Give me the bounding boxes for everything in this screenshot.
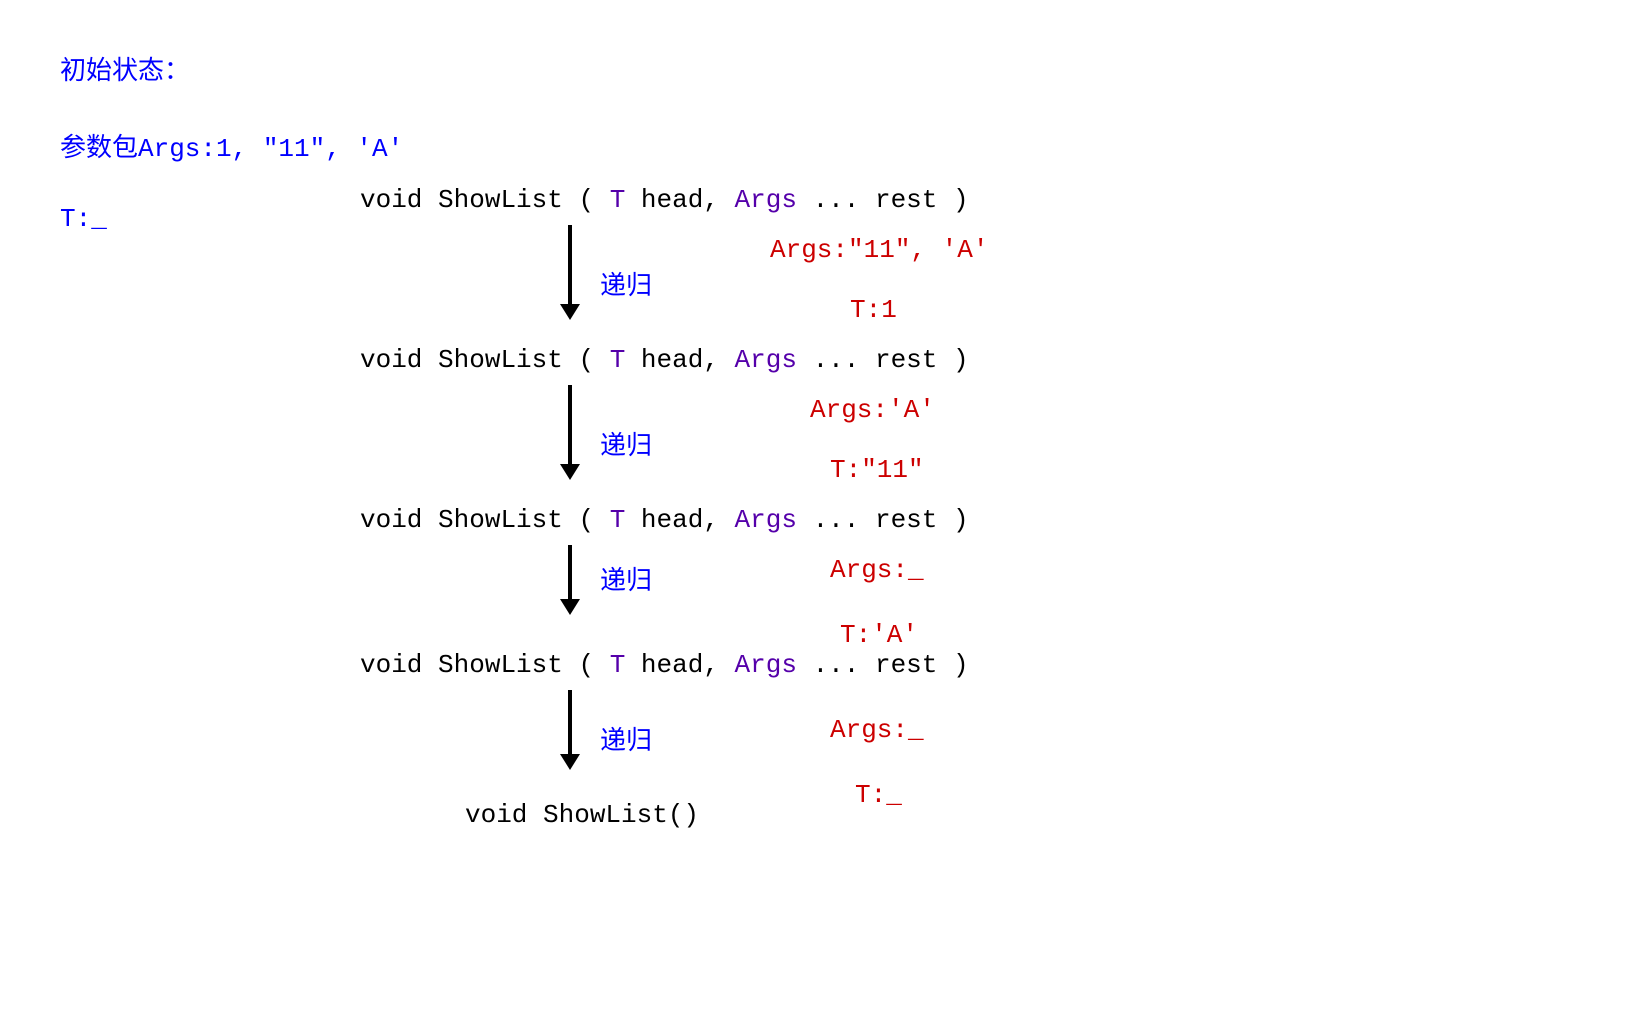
initial-state-label: 初始状态： [60,50,403,87]
t-param: T [610,650,626,680]
head-param: head, [641,345,735,375]
open-paren: ( [578,505,594,535]
args-param: Args [735,345,797,375]
func-name: ShowList [438,185,563,215]
arrow-head-icon [560,464,580,480]
args-pack-label: 参数包Args:1, "11", 'A' [60,127,403,164]
t-param: T [610,185,626,215]
t-empty-label: T:_ [60,204,403,234]
arrow-line-icon [568,385,572,464]
t-state-3: T:'A' [840,620,918,650]
args-state-2: Args:'A' [810,395,935,425]
func-name: ShowList [438,505,563,535]
head-param: head, [641,650,735,680]
void-kw: void [360,185,422,215]
open-paren: ( [578,185,594,215]
close-paren: ) [953,505,969,535]
t-state-2: T:"11" [830,455,924,485]
open-paren: ( [578,650,594,680]
close-paren: ) [953,650,969,680]
void-kw: void [360,345,422,375]
recurse-label-1: 递归 [600,265,652,302]
func-name: ShowList [438,650,563,680]
final-signature: void ShowList() [465,800,699,830]
arrow-4 [555,690,585,770]
head-param: head, [641,505,735,535]
rest-param: ... rest [813,650,938,680]
signature-row-1: void ShowList ( T head, Args ... rest ) [360,185,969,215]
recurse-label-3: 递归 [600,560,652,597]
head-param: head, [641,185,735,215]
args-param: Args [735,650,797,680]
close-paren: ) [953,185,969,215]
args-param: Args [735,505,797,535]
arrow-3 [555,545,585,615]
recurse-label-2: 递归 [600,425,652,462]
rest-param: ... rest [813,185,938,215]
arrow-1 [555,225,585,320]
args-param: Args [735,185,797,215]
recurse-label-4: 递归 [600,720,652,757]
args-state-3: Args:_ [830,555,924,585]
signature-row-2: void ShowList ( T head, Args ... rest ) [360,345,969,375]
arrow-head-icon [560,304,580,320]
rest-param: ... rest [813,505,938,535]
arrow-2 [555,385,585,480]
void-kw: void [360,650,422,680]
t-state-4: T:_ [855,780,902,810]
arrow-line-icon [568,690,572,754]
arrow-line-icon [568,225,572,304]
void-kw: void [360,505,422,535]
args-state-4: Args:_ [830,715,924,745]
arrow-line-icon [568,545,572,599]
rest-param: ... rest [813,345,938,375]
header-section: 初始状态： 参数包Args:1, "11", 'A' T:_ [60,50,403,274]
t-state-1: T:1 [850,295,897,325]
signature-row-3: void ShowList ( T head, Args ... rest ) [360,505,969,535]
args-state-1: Args:"11", 'A' [770,235,988,265]
arrow-head-icon [560,599,580,615]
open-paren: ( [578,345,594,375]
t-param: T [610,345,626,375]
t-param: T [610,505,626,535]
signature-row-4: void ShowList ( T head, Args ... rest ) [360,650,969,680]
close-paren: ) [953,345,969,375]
arrow-head-icon [560,754,580,770]
func-name: ShowList [438,345,563,375]
